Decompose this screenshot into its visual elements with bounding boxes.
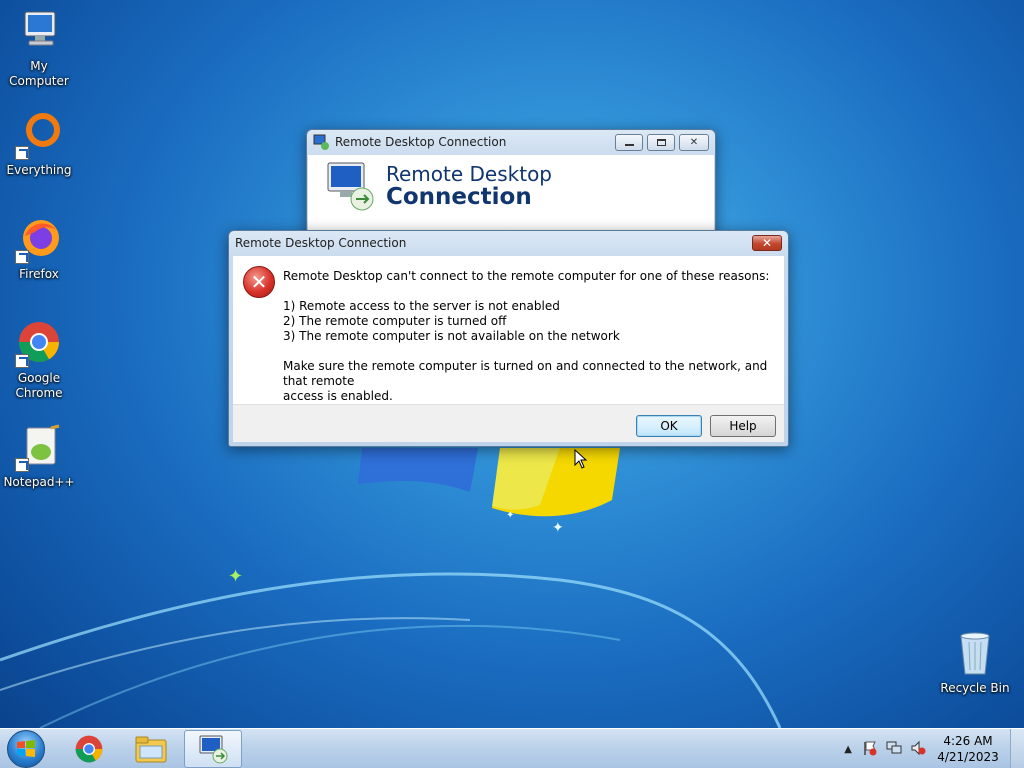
- chrome-icon: [75, 735, 103, 763]
- notepadpp-icon: [15, 424, 63, 472]
- error-dialog-footer: OK Help: [233, 404, 784, 442]
- taskbar-chrome-button[interactable]: [60, 730, 118, 768]
- error-reason: 2) The remote computer is turned off: [283, 314, 507, 328]
- error-advice: access is enabled.: [283, 389, 393, 403]
- recycle-bin-icon: [951, 630, 999, 678]
- error-advice: Make sure the remote computer is turned …: [283, 359, 768, 388]
- svg-text:✦: ✦: [228, 566, 243, 587]
- desktop-icon-firefox[interactable]: Firefox: [0, 216, 78, 282]
- show-hidden-icons-chevron-icon[interactable]: ▲: [844, 744, 852, 755]
- rdc-window-title: Remote Desktop Connection: [335, 135, 507, 149]
- desktop-icon-label: Google Chrome: [15, 371, 63, 400]
- remote-desktop-icon: [313, 134, 329, 150]
- taskbar-explorer-button[interactable]: [122, 730, 180, 768]
- volume-muted-icon[interactable]: [910, 740, 926, 759]
- svg-text:✦: ✦: [506, 510, 514, 521]
- mouse-cursor-icon: [574, 449, 588, 469]
- close-icon: ✕: [689, 136, 699, 148]
- desktop-icon-my-computer[interactable]: My Computer: [0, 8, 78, 89]
- ok-button[interactable]: OK: [636, 415, 702, 437]
- shortcut-arrow-icon: [15, 146, 29, 160]
- minimize-button[interactable]: [615, 133, 643, 151]
- dialog-close-button[interactable]: ✕: [752, 235, 782, 251]
- everything-search-icon: [15, 112, 63, 160]
- minimize-icon: [624, 143, 634, 146]
- computer-icon: [15, 8, 63, 56]
- maximize-button[interactable]: [647, 133, 675, 151]
- error-intro: Remote Desktop can't connect to the remo…: [283, 269, 770, 283]
- error-dialog-title-bar[interactable]: Remote Desktop Connection ✕: [229, 231, 788, 255]
- clock-time: 4:26 AM: [943, 734, 993, 748]
- show-desktop-button[interactable]: [1010, 729, 1024, 768]
- firefox-icon: [15, 216, 63, 264]
- rdc-logo-title: Remote Desktop Connection: [386, 163, 552, 209]
- taskbar: ▲ 4:26 AM 4/21/2023: [0, 728, 1024, 768]
- windows-logo-icon: [17, 740, 35, 757]
- remote-desktop-logo-icon: [326, 161, 376, 214]
- help-button[interactable]: Help: [710, 415, 776, 437]
- taskbar-clock[interactable]: 4:26 AM 4/21/2023: [932, 733, 1004, 765]
- close-icon: ✕: [761, 236, 773, 250]
- chrome-icon: [15, 320, 63, 368]
- desktop-icon-label: Firefox: [19, 267, 59, 281]
- error-dialog-content: ✕ Remote Desktop can't connect to the re…: [233, 256, 784, 404]
- desktop-icon-chrome[interactable]: Google Chrome: [0, 320, 78, 401]
- desktop-icon-label: Notepad++: [3, 475, 75, 489]
- svg-text:✦: ✦: [552, 520, 564, 536]
- taskbar-remote-desktop-button[interactable]: [184, 730, 242, 768]
- error-reason: 1) Remote access to the server is not en…: [283, 299, 560, 313]
- desktop-icon-notepadpp[interactable]: Notepad++: [0, 424, 78, 490]
- rdc-title-bar[interactable]: Remote Desktop Connection ✕: [307, 130, 715, 154]
- close-button[interactable]: ✕: [679, 133, 709, 151]
- rdc-banner: Remote Desktop Connection: [308, 155, 714, 238]
- shortcut-arrow-icon: [15, 354, 29, 368]
- error-icon: ✕: [243, 266, 275, 298]
- rdc-logo-line1: Remote Desktop: [386, 162, 553, 186]
- clock-date: 4/21/2023: [937, 750, 999, 764]
- remote-desktop-icon: [199, 735, 228, 764]
- error-dialog[interactable]: Remote Desktop Connection ✕ ✕ Remote Des…: [228, 230, 789, 447]
- shortcut-arrow-icon: [15, 458, 29, 472]
- error-dialog-title: Remote Desktop Connection: [235, 236, 407, 250]
- desktop-icon-label: Recycle Bin: [940, 681, 1010, 695]
- rdc-main-window[interactable]: Remote Desktop Connection ✕ Remote Deskt…: [306, 129, 716, 239]
- system-tray: ▲ 4:26 AM 4/21/2023: [844, 729, 1024, 768]
- rdc-logo-line2: Connection: [386, 184, 532, 210]
- error-reason: 3) The remote computer is not available …: [283, 329, 620, 343]
- explorer-icon: [135, 736, 167, 763]
- desktop-icon-label: My Computer: [9, 59, 69, 88]
- start-button[interactable]: [7, 730, 45, 768]
- network-icon[interactable]: [886, 740, 902, 759]
- restore-icon: [656, 138, 666, 146]
- action-center-flag-icon[interactable]: [862, 740, 878, 759]
- desktop-icon-everything[interactable]: Everything: [0, 112, 78, 178]
- error-message: Remote Desktop can't connect to the remo…: [283, 269, 784, 404]
- shortcut-arrow-icon: [15, 250, 29, 264]
- desktop-icon-recycle-bin[interactable]: Recycle Bin: [936, 630, 1014, 696]
- desktop-icon-label: Everything: [6, 163, 72, 177]
